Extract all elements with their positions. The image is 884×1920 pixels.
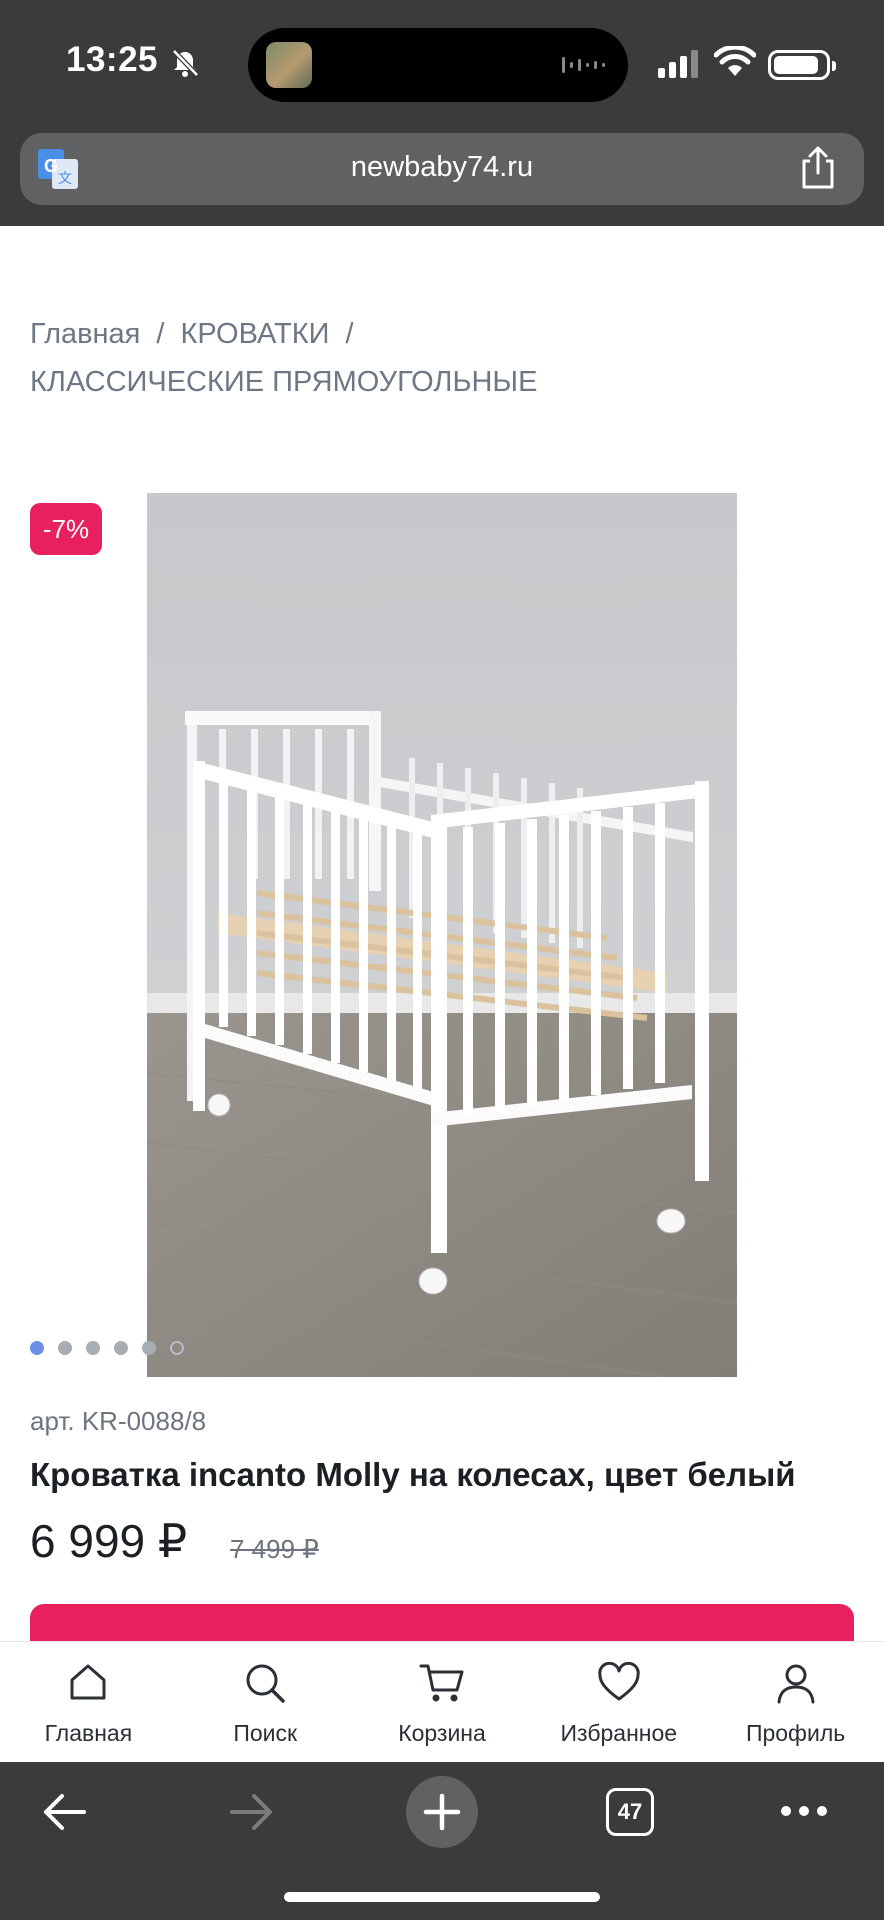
product-image[interactable] xyxy=(147,493,737,1377)
url-text[interactable]: newbaby74.ru xyxy=(20,151,864,184)
status-time: 13:25 xyxy=(66,40,159,79)
nav-label: Главная xyxy=(44,1720,133,1746)
nav-label: Профиль xyxy=(745,1720,846,1746)
discount-badge: -7% xyxy=(30,503,102,555)
tabs-count-button[interactable]: 47 xyxy=(606,1788,654,1836)
audio-wave-icon xyxy=(562,57,605,73)
status-bar: 13:25 xyxy=(0,0,884,128)
breadcrumb-subcategory[interactable]: КЛАССИЧЕСКИЕ ПРЯМОУГОЛЬНЫЕ xyxy=(30,366,537,398)
product-price: 6 999 ₽ xyxy=(30,1515,188,1567)
carousel-dot[interactable] xyxy=(86,1341,100,1355)
back-arrow-icon[interactable] xyxy=(40,1792,88,1832)
breadcrumb: Главная / КРОВАТКИ / КЛАССИЧЕСКИЕ ПРЯМОУГОЛ… xyxy=(30,310,850,406)
nav-item-profile[interactable]: Профиль xyxy=(707,1642,884,1762)
add-to-cart-button[interactable] xyxy=(30,1604,854,1644)
product-title: Кроватка incanto Molly на колесах, цвет … xyxy=(30,1456,796,1493)
wifi-icon xyxy=(714,46,756,76)
site-bottom-nav: Главная Поиск Корзина Избранное Профиль xyxy=(0,1641,884,1762)
share-icon[interactable] xyxy=(798,145,838,191)
new-tab-button[interactable] xyxy=(406,1776,478,1848)
carousel-dot[interactable] xyxy=(58,1341,72,1355)
carousel-dot[interactable] xyxy=(170,1341,184,1355)
carousel-dot[interactable] xyxy=(142,1341,156,1355)
nav-item-cart[interactable]: Корзина xyxy=(354,1642,531,1762)
dynamic-island xyxy=(248,28,628,102)
battery-icon xyxy=(768,50,836,80)
bell-off-icon xyxy=(172,49,199,77)
home-icon xyxy=(70,1664,106,1700)
image-carousel-dots xyxy=(30,1341,184,1357)
nav-label: Корзина xyxy=(398,1720,486,1746)
nav-item-home[interactable]: Главная xyxy=(0,1642,177,1762)
breadcrumb-separator: / xyxy=(156,318,165,350)
breadcrumb-home[interactable]: Главная xyxy=(30,318,140,350)
browser-toolbar: 47 xyxy=(0,1762,884,1920)
breadcrumb-category[interactable]: КРОВАТКИ xyxy=(180,318,329,350)
carousel-dot[interactable] xyxy=(114,1341,128,1355)
nav-label: Избранное xyxy=(560,1720,678,1746)
plus-icon xyxy=(423,1793,461,1831)
carousel-dot[interactable] xyxy=(30,1341,44,1355)
product-old-price: 7 499 ₽ xyxy=(230,1534,319,1564)
cellular-signal-icon xyxy=(658,50,698,78)
profile-icon xyxy=(777,1664,815,1704)
browser-top-chrome: 13:25 G 文 newbaby74.ru xyxy=(0,0,884,226)
address-bar[interactable]: G 文 newbaby74.ru xyxy=(20,133,864,205)
nav-label: Поиск xyxy=(233,1720,298,1746)
cart-icon xyxy=(419,1664,464,1702)
forward-arrow-icon[interactable] xyxy=(228,1792,276,1832)
breadcrumb-separator: / xyxy=(345,318,354,350)
home-indicator xyxy=(284,1892,600,1902)
nav-item-search[interactable]: Поиск xyxy=(177,1642,354,1762)
nav-item-favorites[interactable]: Избранное xyxy=(530,1642,707,1762)
now-playing-thumbnail xyxy=(266,42,312,88)
heart-icon xyxy=(598,1662,640,1701)
search-icon xyxy=(246,1664,285,1703)
more-options-icon[interactable] xyxy=(780,1804,828,1818)
product-sku: арт. KR-0088/8 xyxy=(30,1406,207,1436)
